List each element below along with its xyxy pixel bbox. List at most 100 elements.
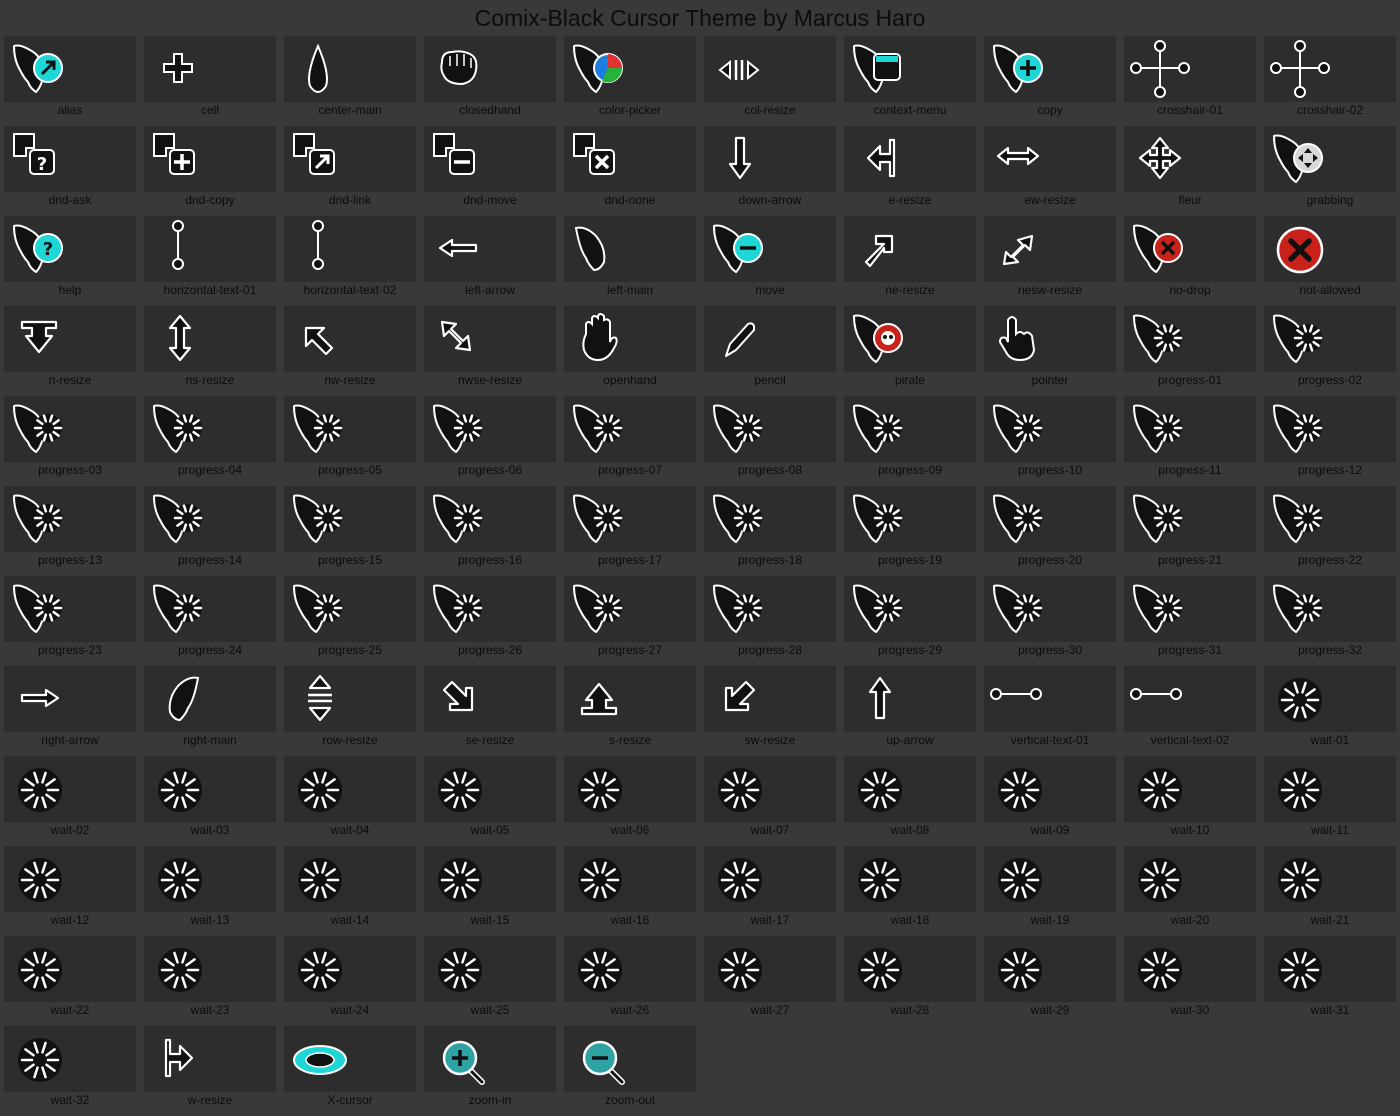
vertical-text-icon [990,688,1042,700]
cursor-cell-dnd-none: dnd-none [560,126,700,216]
wait-icon [18,768,62,812]
cursor-cell-wait-11: wait-11 [1260,756,1400,846]
cursor-label: progress-09 [877,463,943,477]
cursor-preview-tile [1264,936,1396,1002]
cursor-label: openhand [603,373,657,387]
cursor-label: wait-12 [50,913,90,927]
cursor-label: progress-20 [1017,553,1083,567]
cursor-cell-vertical-text-01: vertical-text-01 [980,666,1120,756]
progress-icon [853,494,903,543]
cursor-cell-no-drop: no-drop [1120,216,1260,306]
cursor-cell-right-arrow: right-arrow [0,666,140,756]
cursor-cell-alias: alias [0,36,140,126]
cursor-preview-tile [704,936,836,1002]
cursor-preview-tile [424,666,556,732]
cursor-preview-tile [284,1026,416,1092]
cursor-label: progress-30 [1017,643,1083,657]
cursor-label: progress-16 [457,553,523,567]
wait-icon [998,858,1042,902]
cursor-label: zoom-in [468,1093,512,1107]
cursor-cell-progress-15: progress-15 [280,486,420,576]
row-resize-icon [308,674,332,722]
cursor-label: wait-02 [50,823,90,837]
cursor-cell-progress-02: progress-02 [1260,306,1400,396]
cursor-preview-tile [984,126,1116,192]
cursor-cell-dnd-copy: dnd-copy [140,126,280,216]
wait-icon [578,858,622,902]
s-resize-icon [580,682,618,716]
wait-icon [1278,768,1322,812]
cursor-preview-tile [984,846,1116,912]
cursor-preview-tile [284,936,416,1002]
cursor-cell-progress-30: progress-30 [980,576,1120,666]
cursor-label: wait-03 [190,823,230,837]
cursor-label: wait-09 [1030,823,1070,837]
cursor-label: ew-resize [1024,193,1076,207]
cursor-cell-wait-26: wait-26 [560,936,700,1026]
progress-icon [1133,314,1183,363]
cursor-label: crosshair-02 [1296,103,1364,117]
cursor-label: center-main [318,103,382,117]
progress-icon [1133,494,1183,543]
cursor-cell-e-resize: e-resize [840,126,980,216]
progress-icon [13,494,63,543]
not-allowed-icon [1276,226,1324,274]
cursor-cell-wait-31: wait-31 [1260,936,1400,1026]
cursor-preview-tile [984,756,1116,822]
cursor-cell-row-resize: row-resize [280,666,420,756]
openhand-icon [582,313,618,362]
cursor-preview-tile [284,396,416,462]
cursor-label: progress-11 [1158,463,1222,477]
progress-icon [13,404,63,453]
progress-icon [293,494,343,543]
cursor-cell-progress-31: progress-31 [1120,576,1260,666]
cursor-preview-tile [844,846,976,912]
dnd-link-icon [293,133,335,175]
cursor-preview-tile [144,216,276,282]
wait-icon [578,948,622,992]
cursor-label: progress-29 [877,643,943,657]
cursor-label: wait-19 [1030,913,1070,927]
center-main-icon [308,43,328,94]
cursor-label: fleur [1178,193,1202,207]
cursor-preview-tile [144,36,276,102]
cursor-cell-progress-19: progress-19 [840,486,980,576]
progress-icon [1273,584,1323,633]
cursor-cell-progress-09: progress-09 [840,396,980,486]
cursor-cell-se-resize: se-resize [420,666,560,756]
cursor-preview-tile [844,666,976,732]
cursor-label: horizontal-text-02 [303,283,397,297]
cursor-label: not-allowed [1299,283,1361,297]
right-main-icon [168,676,200,722]
progress-icon [573,494,623,543]
cursor-cell-wait-14: wait-14 [280,846,420,936]
cursor-preview-tile [284,666,416,732]
progress-icon [153,494,203,543]
cursor-cell-progress-25: progress-25 [280,576,420,666]
cursor-preview-tile [284,846,416,912]
wait-icon [438,858,482,902]
cell-icon [163,53,193,83]
col-resize-icon [718,59,760,81]
cursor-label: wait-07 [750,823,790,837]
cursor-label: progress-22 [1297,553,1363,567]
cursor-cell-wait-30: wait-30 [1120,936,1260,1026]
cursor-label: wait-13 [190,913,230,927]
crosshair-icon [1270,40,1330,98]
cursor-preview-tile [564,756,696,822]
svg-text:?: ? [43,239,53,260]
cursor-label: pencil [754,373,786,387]
cursor-label: right-arrow [41,733,99,747]
cursor-cell-wait-03: wait-03 [140,756,280,846]
cursor-preview-tile [984,306,1116,372]
cursor-preview-tile [844,486,976,552]
cursor-preview-tile [844,216,976,282]
help-icon: ? [13,224,63,273]
wait-icon [298,948,342,992]
dnd-copy-icon [153,133,195,175]
cursor-cell-progress-06: progress-06 [420,396,560,486]
ns-resize-icon [168,314,192,362]
cursor-preview-tile [1264,216,1396,282]
cursor-preview-tile [704,486,836,552]
cursor-cell-wait-27: wait-27 [700,936,840,1026]
